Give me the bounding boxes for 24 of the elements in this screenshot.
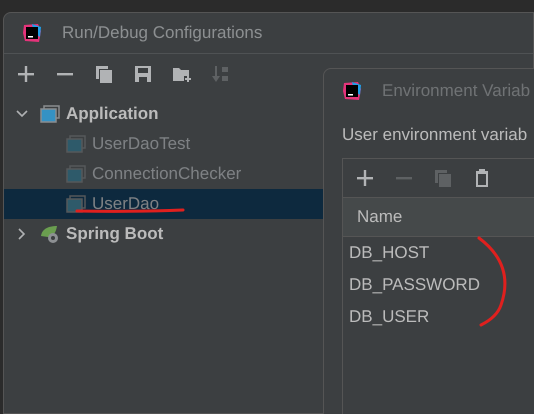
window-icon bbox=[66, 195, 86, 213]
plus-icon[interactable] bbox=[16, 64, 36, 84]
tree-item[interactable]: UserDaoTest bbox=[4, 129, 323, 159]
table-cell-text: DB_USER bbox=[348, 306, 430, 328]
copy-icon[interactable] bbox=[94, 64, 114, 84]
chevron-down-icon[interactable] bbox=[16, 108, 28, 120]
column-header[interactable]: Name bbox=[343, 207, 402, 227]
plus-icon[interactable] bbox=[355, 168, 375, 188]
tree-group[interactable]: Spring Boot bbox=[4, 219, 323, 249]
section-label: User environment variab bbox=[342, 125, 528, 145]
table-cell-text: DB_HOST bbox=[348, 242, 430, 264]
window-icon bbox=[66, 135, 86, 153]
tree-group[interactable]: Application bbox=[4, 99, 323, 129]
logo-icon bbox=[342, 81, 362, 101]
window-icon bbox=[40, 105, 60, 123]
table-cell-text: DB_PASSWORD bbox=[348, 274, 481, 296]
leaf-icon bbox=[40, 224, 60, 244]
window-icon bbox=[66, 165, 86, 183]
tree-item[interactable]: ConnectionChecker bbox=[4, 159, 323, 189]
logo-icon bbox=[22, 23, 42, 43]
tree-item[interactable]: UserDao bbox=[4, 189, 323, 219]
window-title: Run/Debug Configurations bbox=[62, 23, 262, 43]
chevron-right-icon[interactable] bbox=[16, 228, 28, 240]
save-icon[interactable] bbox=[133, 64, 153, 84]
